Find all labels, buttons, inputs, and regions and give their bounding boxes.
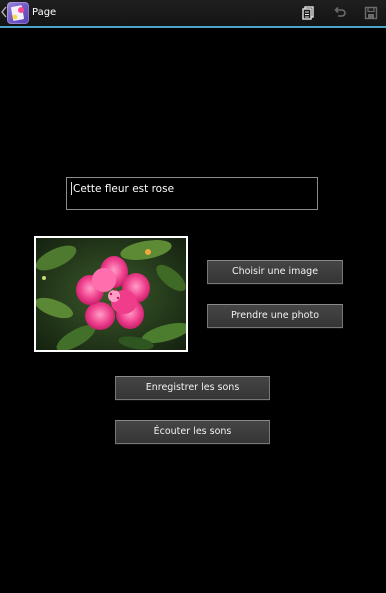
save-icon[interactable]	[363, 5, 379, 21]
app-icon[interactable]	[7, 2, 29, 24]
take-photo-button[interactable]: Prendre une photo	[207, 304, 343, 328]
text-cursor	[71, 182, 72, 195]
page-screen: Page Cette fleur est rose Choisir une im…	[0, 0, 386, 593]
action-bar: Page	[0, 0, 386, 28]
description-input[interactable]: Cette fleur est rose	[66, 177, 318, 210]
listen-sounds-button[interactable]: Écouter les sons	[115, 420, 270, 444]
page-title: Page	[32, 7, 57, 18]
undo-icon[interactable]	[332, 5, 348, 21]
record-sounds-button[interactable]: Enregistrer les sons	[115, 376, 270, 400]
flower-photo	[36, 238, 186, 350]
flower-image[interactable]	[34, 236, 188, 352]
description-value: Cette fleur est rose	[73, 183, 175, 195]
copy-icon[interactable]	[300, 5, 316, 21]
choose-image-button[interactable]: Choisir une image	[207, 260, 343, 284]
